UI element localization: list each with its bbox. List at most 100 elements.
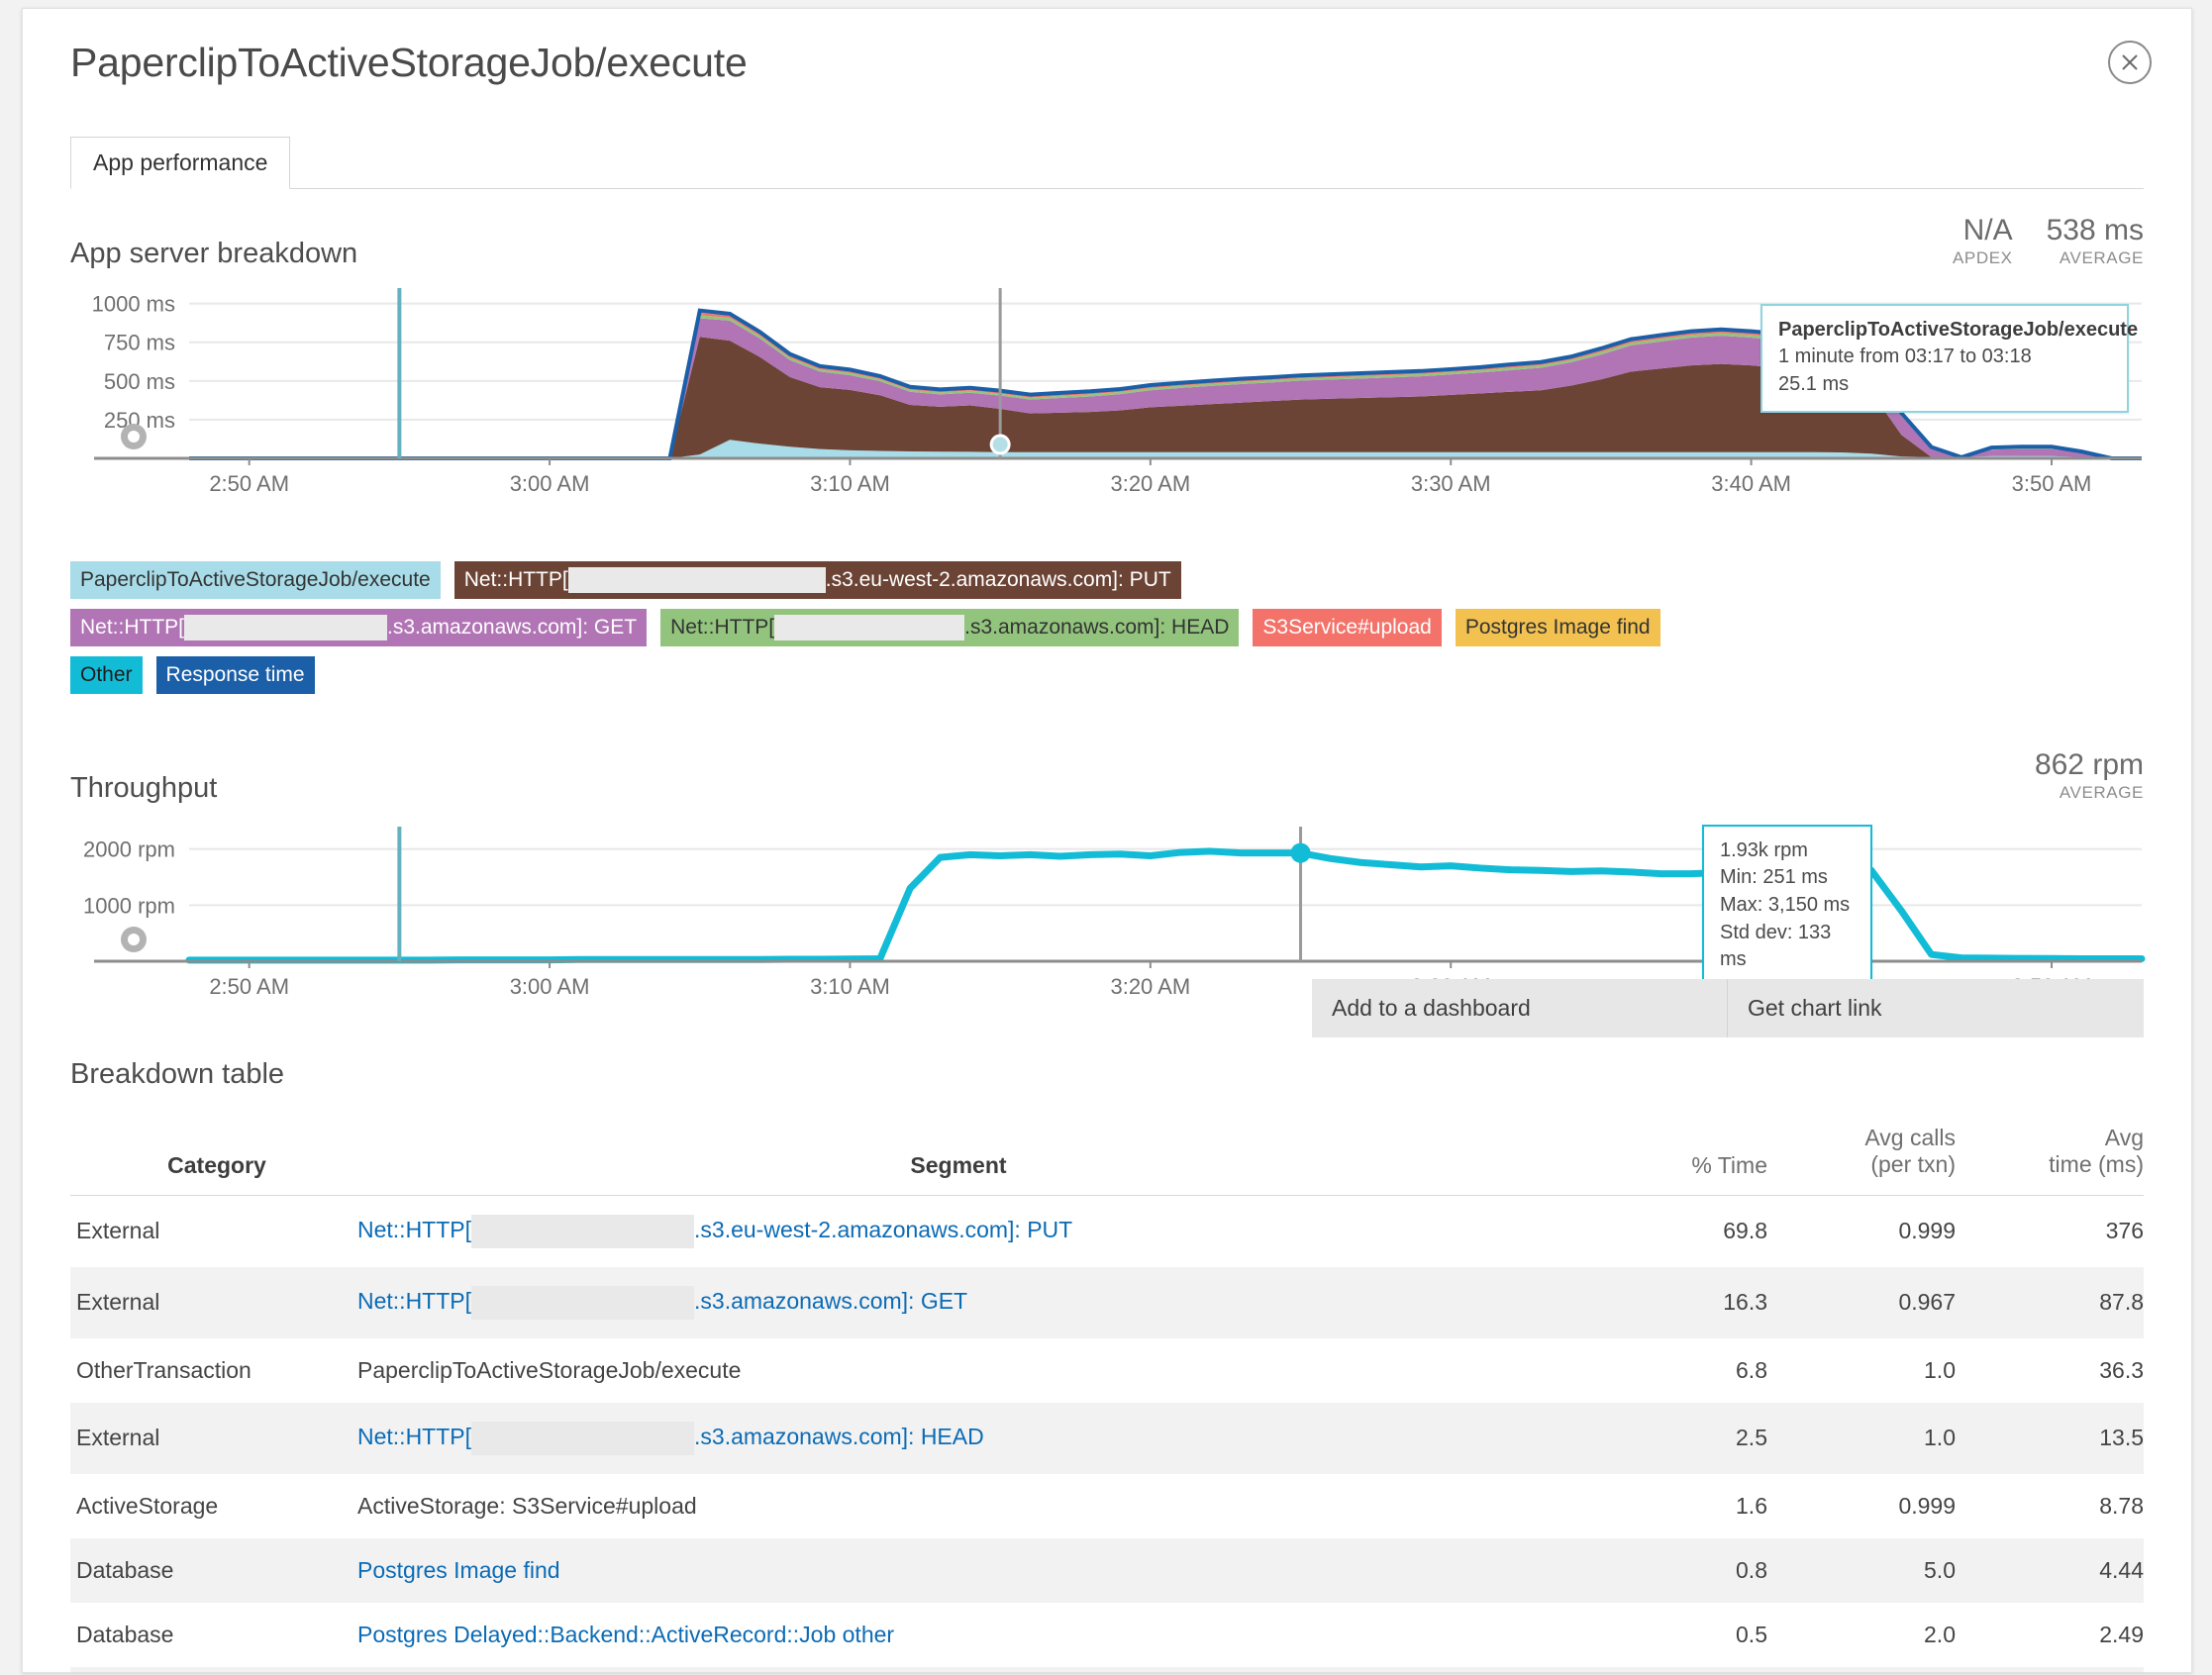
close-icon[interactable] xyxy=(2108,41,2152,84)
app-server-breakdown-chart[interactable]: 250 ms500 ms750 ms1000 ms2:50 AM3:00 AM3… xyxy=(70,282,2144,520)
legend-chip-prefix: Net::HTTP[ xyxy=(80,615,184,640)
segment-label[interactable]: Postgres Delayed::Backend::ActiveRecord:… xyxy=(357,1622,894,1647)
cell-pct-time: 2.5 xyxy=(1559,1403,1767,1474)
transaction-detail-modal: PaperclipToActiveStorageJob/execute App … xyxy=(22,8,2192,1673)
segment-label[interactable]: Postgres Image find xyxy=(357,1557,560,1583)
cell-avg-time: 2.28 xyxy=(1956,1667,2144,1673)
hover-marker xyxy=(991,436,1009,453)
table-row: OtherTransactionPaperclipToActiveStorage… xyxy=(70,1338,2144,1403)
x-axis-tick-label: 3:40 AM xyxy=(1711,471,1791,496)
cell-pct-time: 6.8 xyxy=(1559,1338,1767,1403)
tooltip-range: 1 minute from 03:17 to 03:18 xyxy=(1778,344,2111,371)
apdex-value: N/A xyxy=(1953,215,2013,246)
tab-app-performance[interactable]: App performance xyxy=(70,137,290,189)
x-axis-tick-label: 3:10 AM xyxy=(810,974,890,999)
cell-avg-calls: 2.0 xyxy=(1767,1667,1956,1673)
x-axis-tick-label: 2:50 AM xyxy=(209,471,289,496)
cell-category: Database xyxy=(70,1603,357,1667)
get-chart-link-button[interactable]: Get chart link xyxy=(1728,979,2144,1037)
cell-category: External xyxy=(70,1403,357,1474)
x-axis-tick-label: 3:30 AM xyxy=(1411,471,1491,496)
breakdown-table-body: ExternalNet::HTTP[.s3.eu-west-2.amazonaw… xyxy=(70,1195,2144,1673)
cell-category: External xyxy=(70,1195,357,1267)
legend-chip[interactable]: S3Service#upload xyxy=(1253,609,1441,646)
range-drag-handle[interactable] xyxy=(121,424,147,449)
segment-prefix[interactable]: Net::HTTP[ xyxy=(357,1288,471,1314)
tooltip-rpm: 1.93k rpm xyxy=(1720,838,1855,865)
app-server-breakdown-metrics: N/A APDEX 538 ms AVERAGE xyxy=(1953,215,2144,268)
modal-header: PaperclipToActiveStorageJob/execute xyxy=(23,9,2191,136)
legend-chip[interactable]: Net::HTTP[ .s3.amazonaws.com]: GET xyxy=(70,609,647,646)
legend-chip[interactable]: Postgres Image find xyxy=(1456,609,1660,646)
redacted-text xyxy=(774,615,964,640)
x-axis-tick-label: 2:50 AM xyxy=(209,974,289,999)
y-axis-tick-label: 1000 rpm xyxy=(83,893,175,918)
cell-category: Database xyxy=(70,1538,357,1603)
cell-avg-calls: 2.0 xyxy=(1767,1603,1956,1667)
tab-bar: App performance xyxy=(70,136,2144,189)
apdex-label: APDEX xyxy=(1953,248,2013,268)
cell-avg-time: 376 xyxy=(1956,1195,2144,1267)
segment-label: ActiveStorage: S3Service#upload xyxy=(357,1493,697,1519)
x-axis-tick-label: 3:50 AM xyxy=(2012,471,2092,496)
legend-chip-label: S3Service#upload xyxy=(1262,615,1431,640)
column-header-category: Category xyxy=(70,1115,357,1196)
segment-prefix[interactable]: Net::HTTP[ xyxy=(357,1217,471,1242)
tooltip-max: Max: 3,150 ms xyxy=(1720,892,1855,920)
hover-marker xyxy=(1291,842,1311,862)
cell-segment[interactable]: Postgres Delayed::Backend::ActiveRecord:… xyxy=(357,1603,1559,1667)
range-drag-handle[interactable] xyxy=(121,927,147,952)
cell-pct-time: 69.8 xyxy=(1559,1195,1767,1267)
legend-chip-suffix: .s3.amazonaws.com]: HEAD xyxy=(964,615,1229,640)
segment-suffix[interactable]: .s3.amazonaws.com]: GET xyxy=(694,1288,967,1314)
segment-suffix[interactable]: .s3.amazonaws.com]: HEAD xyxy=(694,1424,984,1449)
segment-label: PaperclipToActiveStorageJob/execute xyxy=(357,1357,741,1383)
redacted-text xyxy=(471,1286,694,1320)
table-row: ExternalNet::HTTP[ .s3.amazonaws.com]: HE… xyxy=(70,1403,2144,1474)
column-header-avg-time-top: Avg xyxy=(1956,1125,2144,1152)
legend-chip[interactable]: PaperclipToActiveStorageJob/execute xyxy=(70,561,441,599)
cell-category: OtherTransaction xyxy=(70,1338,357,1403)
apdex-metric: N/A APDEX xyxy=(1953,215,2013,268)
cell-pct-time: 16.3 xyxy=(1559,1267,1767,1338)
cell-segment[interactable]: Net::HTTP[ .s3.eu-west-2.amazonaws.com]: … xyxy=(357,1195,1559,1267)
table-row: DatabasePostgres Delayed::Backend::Activ… xyxy=(70,1603,2144,1667)
area-chart-tooltip: PaperclipToActiveStorageJob/execute 1 mi… xyxy=(1760,304,2129,414)
cell-segment[interactable]: Postgres Image find xyxy=(357,1538,1559,1603)
app-server-breakdown-section: App server breakdown N/A APDEX 538 ms AV… xyxy=(23,189,2191,694)
breakdown-table-title: Breakdown table xyxy=(70,1058,2144,1091)
legend-chip-suffix: .s3.amazonaws.com]: GET xyxy=(387,615,637,640)
legend-chip[interactable]: Net::HTTP[ .s3.amazonaws.com]: HEAD xyxy=(660,609,1239,646)
legend-chip[interactable]: Net::HTTP[.s3.eu-west-2.amazonaws.com]: … xyxy=(454,561,1181,599)
y-axis-tick-label: 750 ms xyxy=(104,330,175,354)
cell-avg-time: 4.44 xyxy=(1956,1538,2144,1603)
cell-segment[interactable]: Postgres other xyxy=(357,1667,1559,1673)
segment-suffix[interactable]: .s3.eu-west-2.amazonaws.com]: PUT xyxy=(694,1217,1072,1242)
cell-avg-calls: 0.999 xyxy=(1767,1195,1956,1267)
segment-prefix[interactable]: Net::HTTP[ xyxy=(357,1424,471,1449)
redacted-text xyxy=(184,615,387,640)
add-to-dashboard-button[interactable]: Add to a dashboard xyxy=(1312,979,1728,1037)
legend-chip-label: PaperclipToActiveStorageJob/execute xyxy=(80,567,431,593)
legend-chip-prefix: Net::HTTP[ xyxy=(670,615,774,640)
cell-avg-time: 36.3 xyxy=(1956,1338,2144,1403)
redacted-text xyxy=(568,567,826,593)
legend-chip-label: Other xyxy=(80,662,133,688)
cell-segment[interactable]: Net::HTTP[ .s3.amazonaws.com]: GET xyxy=(357,1267,1559,1338)
cell-avg-time: 87.8 xyxy=(1956,1267,2144,1338)
tooltip-stddev: Std dev: 133 ms xyxy=(1720,920,1855,974)
legend-chip[interactable]: Other xyxy=(70,656,143,694)
cell-category: ActiveStorage xyxy=(70,1474,357,1538)
cell-pct-time: 1.6 xyxy=(1559,1474,1767,1538)
breakdown-table: Category Segment % Time Avg calls (per t… xyxy=(70,1115,2144,1673)
column-header-avg-calls: Avg calls (per txn) xyxy=(1767,1115,1956,1196)
app-server-breakdown-header: App server breakdown N/A APDEX 538 ms AV… xyxy=(70,189,2144,268)
table-header-row: Category Segment % Time Avg calls (per t… xyxy=(70,1115,2144,1196)
column-header-avg-time: Avg time (ms) xyxy=(1956,1115,2144,1196)
throughput-section: Throughput 862 rpm AVERAGE 1000 rpm2000 … xyxy=(23,724,2191,1015)
cell-segment[interactable]: Net::HTTP[ .s3.amazonaws.com]: HEAD xyxy=(357,1403,1559,1474)
legend-chip[interactable]: Response time xyxy=(156,656,315,694)
page-title: PaperclipToActiveStorageJob/execute xyxy=(70,43,2144,83)
cell-category: Database xyxy=(70,1667,357,1673)
legend-chip-prefix: Net::HTTP[ xyxy=(464,567,568,593)
